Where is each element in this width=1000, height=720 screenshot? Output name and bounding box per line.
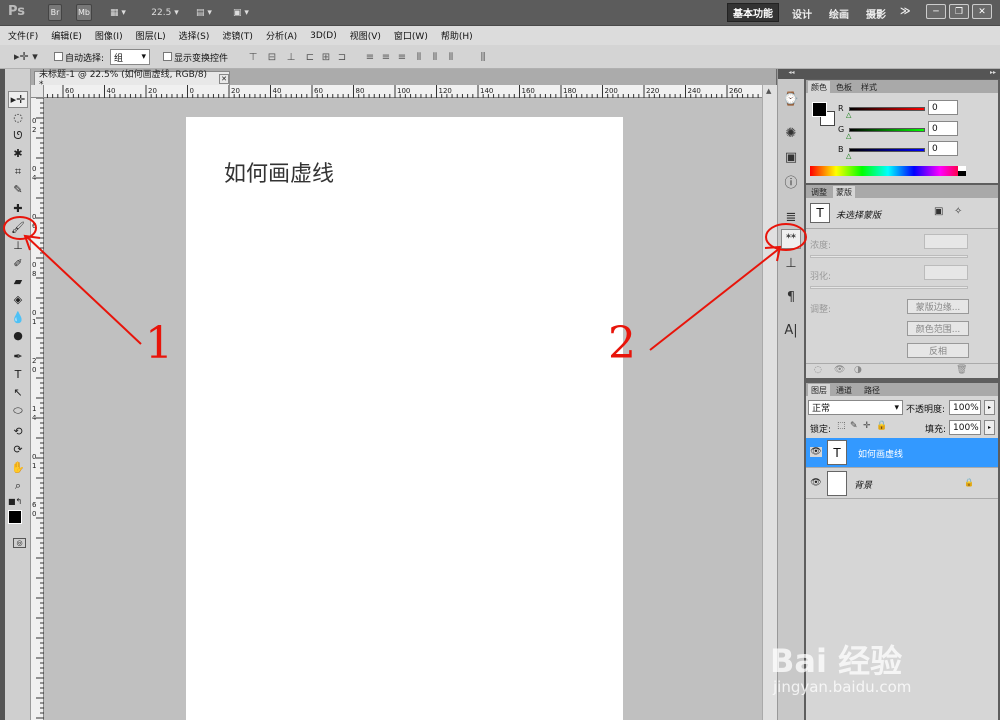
annotation-number-1: 1	[145, 318, 173, 369]
watermark-logo: Bai 经验	[770, 642, 903, 680]
annotation-circle-2	[765, 223, 807, 251]
annotation-number-2: 2	[608, 318, 636, 369]
foreground-color-chip[interactable]	[812, 102, 827, 117]
watermark-url: jingyan.baidu.com	[773, 678, 912, 696]
annotation-arrow-2	[649, 247, 781, 351]
annotation-circle-1	[3, 216, 37, 240]
annotation-arrow-1	[25, 235, 142, 345]
